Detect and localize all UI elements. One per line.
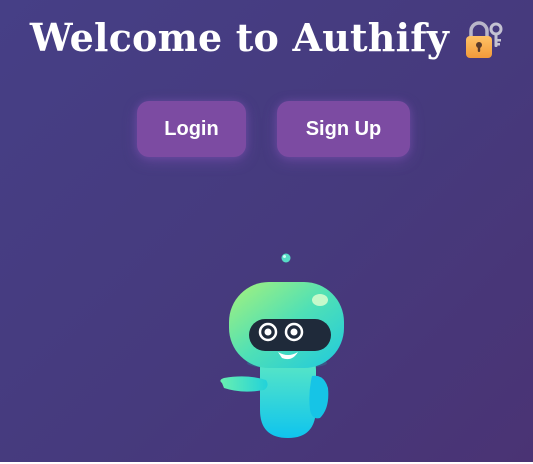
lock-with-key-icon [463, 20, 503, 60]
robot-mascot-icon [212, 248, 352, 443]
page-title-text: Welcome to Authify [29, 15, 450, 60]
signup-button[interactable]: Sign Up [277, 101, 410, 157]
page-title: Welcome to Authify [0, 10, 533, 66]
login-button[interactable]: Login [137, 101, 246, 157]
